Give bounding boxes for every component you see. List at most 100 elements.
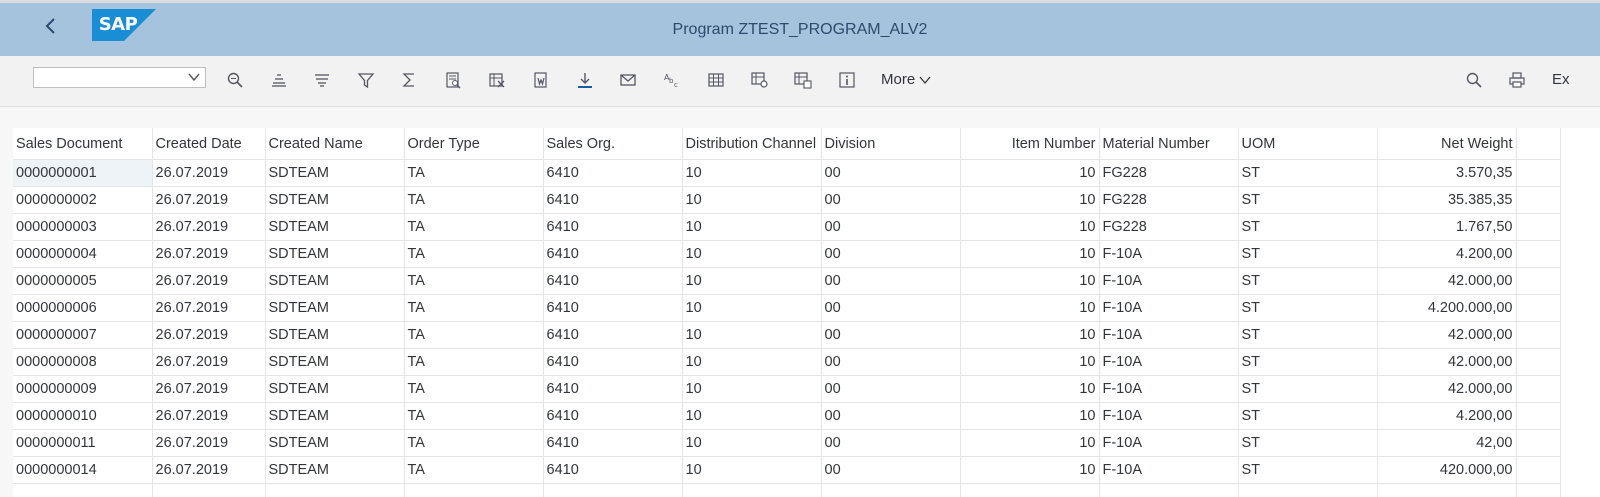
table-cell[interactable]: TA — [404, 429, 544, 457]
table-cell[interactable]: 00 — [821, 294, 961, 322]
table-row[interactable]: 0000000004 26.07.2019 SDTEAM TA 6410 10 00 10 F-… — [13, 240, 1561, 268]
table-cell[interactable]: SDTEAM — [265, 375, 405, 403]
column-header[interactable]: UOM — [1238, 128, 1378, 160]
table-cell[interactable]: 0000000011 — [13, 429, 153, 457]
table-cell[interactable]: 26.07.2019 — [152, 321, 266, 349]
filter-icon[interactable] — [356, 70, 376, 90]
table-cell[interactable]: TA — [404, 186, 544, 214]
table-cell[interactable]: 42.000,00 — [1377, 321, 1517, 349]
table-row[interactable]: 0000000002 26.07.2019 SDTEAM TA 6410 10 00 10 FG… — [13, 186, 1561, 214]
table-cell[interactable] — [13, 483, 153, 497]
export-word-icon[interactable] — [531, 70, 551, 90]
table-cell[interactable]: ST — [1238, 159, 1378, 187]
table-row[interactable]: 0000000007 26.07.2019 SDTEAM TA 6410 10 00 10 F-… — [13, 321, 1561, 349]
table-cell[interactable]: 26.07.2019 — [152, 213, 266, 241]
table-cell[interactable] — [265, 483, 405, 497]
mail-icon[interactable] — [618, 70, 638, 90]
table-cell[interactable]: 6410 — [543, 456, 683, 484]
table-cell[interactable]: 10 — [960, 456, 1100, 484]
table-cell[interactable]: ST — [1238, 348, 1378, 376]
table-cell[interactable]: 26.07.2019 — [152, 429, 266, 457]
table-cell[interactable]: 6410 — [543, 402, 683, 430]
table-cell[interactable]: 10 — [682, 321, 822, 349]
print-icon[interactable] — [1507, 70, 1527, 90]
table-cell[interactable]: ST — [1238, 267, 1378, 295]
table-cell[interactable]: SDTEAM — [265, 456, 405, 484]
table-cell[interactable] — [152, 483, 266, 497]
more-menu-button[interactable]: More — [881, 71, 931, 88]
table-cell[interactable] — [1377, 483, 1517, 497]
table-cell[interactable]: 10 — [682, 429, 822, 457]
table-cell[interactable]: ST — [1238, 402, 1378, 430]
table-cell[interactable]: 10 — [960, 294, 1100, 322]
spell-check-icon[interactable]: Abc — [662, 70, 682, 90]
table-cell[interactable]: 10 — [960, 213, 1100, 241]
table-cell[interactable]: SDTEAM — [265, 348, 405, 376]
table-cell[interactable]: 10 — [960, 321, 1100, 349]
table-cell[interactable]: 10 — [682, 294, 822, 322]
table-cell[interactable] — [821, 483, 961, 497]
table-cell[interactable]: 420.000,00 — [1377, 456, 1517, 484]
table-cell[interactable]: 10 — [682, 159, 822, 187]
table-cell[interactable]: 6410 — [543, 294, 683, 322]
table-cell[interactable]: SDTEAM — [265, 321, 405, 349]
table-cell[interactable]: TA — [404, 213, 544, 241]
table-cell[interactable]: F-10A — [1099, 321, 1239, 349]
export-spreadsheet-icon[interactable] — [487, 70, 507, 90]
table-cell[interactable]: 6410 — [543, 267, 683, 295]
variant-select[interactable] — [33, 67, 206, 88]
table-cell[interactable]: ST — [1238, 456, 1378, 484]
table-cell[interactable]: 6410 — [543, 213, 683, 241]
column-header[interactable]: Item Number — [960, 128, 1100, 160]
table-cell[interactable]: 26.07.2019 — [152, 267, 266, 295]
table-cell[interactable]: SDTEAM — [265, 186, 405, 214]
sum-icon[interactable] — [399, 70, 419, 90]
table-cell[interactable]: 26.07.2019 — [152, 294, 266, 322]
table-cell[interactable]: 10 — [682, 456, 822, 484]
table-cell[interactable]: ST — [1238, 240, 1378, 268]
search-details-icon[interactable] — [225, 70, 245, 90]
table-cell[interactable]: 10 — [682, 267, 822, 295]
table-cell[interactable]: 0000000004 — [13, 240, 153, 268]
table-cell[interactable]: 26.07.2019 — [152, 186, 266, 214]
column-header[interactable]: Sales Document — [13, 128, 153, 160]
table-cell[interactable]: 6410 — [543, 159, 683, 187]
table-cell[interactable]: 00 — [821, 240, 961, 268]
table-cell[interactable]: 10 — [682, 375, 822, 403]
table-cell[interactable] — [960, 483, 1100, 497]
table-cell[interactable]: 0000000003 — [13, 213, 153, 241]
table-cell[interactable]: SDTEAM — [265, 159, 405, 187]
table-cell[interactable]: 10 — [960, 348, 1100, 376]
table-cell[interactable]: TA — [404, 240, 544, 268]
table-cell[interactable]: 10 — [960, 186, 1100, 214]
table-cell[interactable]: SDTEAM — [265, 267, 405, 295]
table-cell[interactable]: 0000000007 — [13, 321, 153, 349]
table-cell[interactable]: F-10A — [1099, 294, 1239, 322]
table-cell[interactable]: 26.07.2019 — [152, 456, 266, 484]
find-icon[interactable] — [1464, 70, 1484, 90]
table-cell[interactable]: 0000000005 — [13, 267, 153, 295]
column-header[interactable]: Created Name — [265, 128, 405, 160]
table-row[interactable]: 0000000011 26.07.2019 SDTEAM TA 6410 10 00 10 F-… — [13, 429, 1561, 457]
table-cell[interactable]: 00 — [821, 159, 961, 187]
table-cell[interactable]: SDTEAM — [265, 429, 405, 457]
table-cell[interactable]: 26.07.2019 — [152, 402, 266, 430]
table-cell[interactable]: 26.07.2019 — [152, 240, 266, 268]
column-header[interactable]: Division — [821, 128, 961, 160]
table-cell[interactable]: 1.767,50 — [1377, 213, 1517, 241]
table-cell[interactable]: 4.200,00 — [1377, 402, 1517, 430]
table-cell[interactable] — [682, 483, 822, 497]
table-cell[interactable]: TA — [404, 375, 544, 403]
table-cell[interactable]: 00 — [821, 186, 961, 214]
table-cell[interactable]: 6410 — [543, 321, 683, 349]
table-cell[interactable]: 42.000,00 — [1377, 348, 1517, 376]
column-header[interactable]: Material Number — [1099, 128, 1239, 160]
table-cell[interactable]: F-10A — [1099, 240, 1239, 268]
table-cell[interactable]: 0000000006 — [13, 294, 153, 322]
table-cell[interactable]: 0000000002 — [13, 186, 153, 214]
table-cell[interactable]: 10 — [682, 186, 822, 214]
table-cell[interactable]: 3.570,35 — [1377, 159, 1517, 187]
table-cell[interactable]: 0000000010 — [13, 402, 153, 430]
table-cell[interactable]: 10 — [682, 240, 822, 268]
table-cell[interactable]: F-10A — [1099, 348, 1239, 376]
